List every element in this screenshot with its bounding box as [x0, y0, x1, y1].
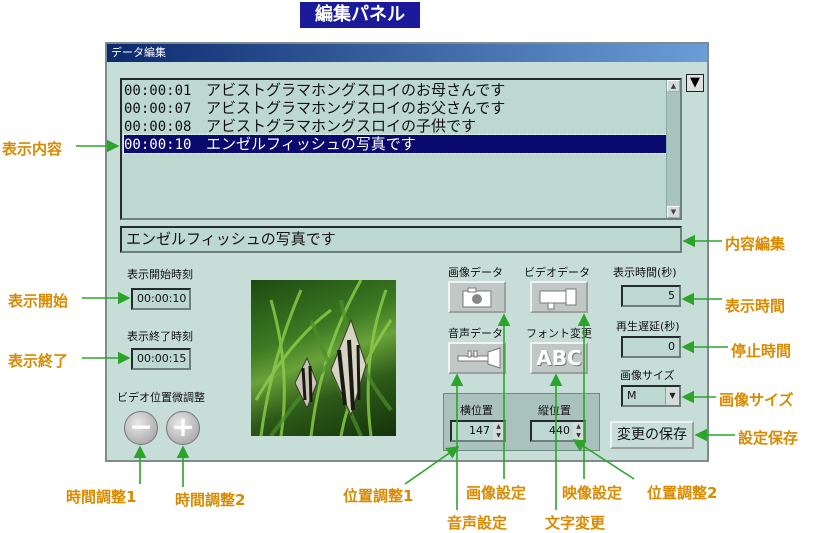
annotation-arrows: [76, 139, 735, 510]
